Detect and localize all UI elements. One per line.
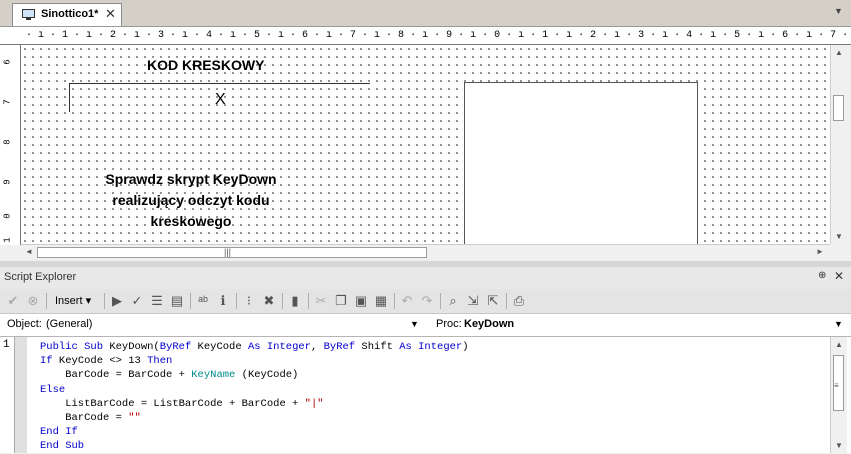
script-explorer-titlebar: Script Explorer ⊕ ✕	[0, 267, 851, 290]
toolbar-separator	[394, 293, 395, 309]
info-icon[interactable]: ℹ	[214, 292, 232, 310]
spell-icon[interactable]: ᵃᵇ	[194, 292, 212, 310]
delete-icon[interactable]: ▮	[286, 292, 304, 310]
toolbar-separator	[506, 293, 507, 309]
insert-button[interactable]: Insert ▾	[52, 292, 94, 310]
chevron-down-icon[interactable]: ▼	[410, 319, 419, 329]
code-editor[interactable]: 1 Public Sub KeyDown(ByRef KeyCode As In…	[0, 337, 851, 453]
toolbar-separator	[236, 293, 237, 309]
vertical-ruler: 6 7 8 9 0 1	[0, 45, 21, 245]
toolbar-separator	[190, 293, 191, 309]
canvas-vertical-scrollbar[interactable]: ▲ ▼	[830, 45, 847, 244]
undo-icon[interactable]: ↶	[398, 292, 416, 310]
scroll-grip-icon: |||	[224, 247, 232, 257]
object-proc-bar: Object: (General) ▼ Proc: KeyDown ▼	[0, 314, 851, 337]
ruler-top-scale: · ı · 1 · ı · 2 · ı · 3 · ı · 4 · ı · 5 …	[26, 30, 851, 41]
scroll-up-arrow-icon[interactable]: ▲	[835, 340, 843, 349]
list-icon[interactable]: ☰	[148, 292, 166, 310]
ruler-left-tick: 0	[2, 213, 13, 219]
scroll-down-arrow-icon[interactable]: ▼	[835, 232, 843, 241]
paste-icon[interactable]: ▣	[352, 292, 370, 310]
ruler-left-tick: 7	[2, 99, 13, 105]
paste-special-icon[interactable]: ▦	[372, 292, 390, 310]
copy-icon[interactable]: ❐	[332, 292, 350, 310]
find-prev-icon[interactable]: ⇱	[484, 292, 502, 310]
toolbar-separator	[46, 293, 47, 309]
cancel-icon[interactable]: ⊗	[24, 292, 42, 310]
proc-select[interactable]: KeyDown ▼	[462, 316, 848, 333]
editor-vertical-scrollbar[interactable]: ▲ ≡ ▼	[830, 337, 847, 453]
proc-label: Proc:	[436, 318, 462, 330]
pin-icon[interactable]: ⊕	[818, 270, 826, 281]
print-icon[interactable]: ⎙	[510, 292, 528, 310]
toolbar-separator	[282, 293, 283, 309]
code-text[interactable]: Public Sub KeyDown(ByRef KeyCode As Inte…	[40, 340, 469, 454]
toolbar-separator	[440, 293, 441, 309]
synoptic-monitor-icon	[22, 9, 35, 18]
line-number-gutter: 1	[0, 337, 15, 453]
barcode-title-text[interactable]: KOD KRESKOWY	[147, 57, 264, 73]
close-icon[interactable]: ✕	[834, 269, 844, 283]
breakpoint-icon[interactable]: ⁝	[240, 292, 258, 310]
ruler-left-tick: 6	[2, 59, 13, 65]
scroll-grip-icon: ≡	[834, 381, 839, 390]
monitor-stand	[26, 18, 31, 20]
document-tab-strip: Sinottico1* ✕ ▼	[0, 0, 851, 27]
scroll-right-arrow-icon[interactable]: ►	[816, 247, 824, 256]
tab-title: Sinottico1*	[41, 8, 99, 20]
cut-icon[interactable]: ✂	[312, 292, 330, 310]
proc-select-value: KeyDown	[464, 318, 515, 330]
toolbar-separator	[308, 293, 309, 309]
find-next-icon[interactable]: ⇲	[464, 292, 482, 310]
check-icon[interactable]: ✔	[4, 292, 22, 310]
scroll-thumb[interactable]: |||	[37, 247, 427, 258]
ruler-left-tick: 1	[2, 237, 13, 243]
scroll-left-arrow-icon[interactable]: ◄	[25, 247, 33, 256]
scroll-up-arrow-icon[interactable]: ▲	[835, 48, 843, 57]
keydown-hint-text[interactable]: Sprawdz skrypt KeyDown realizujący odczy…	[91, 169, 291, 232]
ruler-left-tick: 9	[2, 179, 13, 185]
tab-sinottico1[interactable]: Sinottico1* ✕	[12, 3, 122, 26]
clear-breakpoints-icon[interactable]: ✖	[260, 292, 278, 310]
find-icon[interactable]: ⌕	[444, 292, 462, 310]
syntax-check-icon[interactable]: ✓	[128, 292, 146, 310]
object-select[interactable]: (General) ▼	[44, 316, 422, 333]
object-select-value: (General)	[46, 318, 93, 330]
horizontal-ruler: · ı · 1 · ı · 2 · ı · 3 · ı · 4 · ı · 5 …	[0, 27, 851, 45]
toolbar-separator	[104, 293, 105, 309]
run-icon[interactable]: ▶	[108, 292, 126, 310]
canvas-horizontal-scrollbar[interactable]: ◄ ||| ►	[21, 244, 830, 261]
barcode-value-text[interactable]: X	[215, 91, 226, 109]
scroll-down-arrow-icon[interactable]: ▼	[835, 441, 843, 450]
redo-icon[interactable]: ↷	[418, 292, 436, 310]
tab-list-dropdown-icon[interactable]: ▼	[834, 6, 843, 16]
object-label: Object:	[7, 318, 42, 330]
synoptic-canvas[interactable]: KOD KRESKOWY X Sprawdz skrypt KeyDown re…	[21, 45, 830, 244]
breakpoint-margin[interactable]	[15, 337, 27, 453]
line-number: 1	[3, 339, 10, 351]
script-toolbar: ✔ ⊗ Insert ▾ ▶ ✓ ☰ ▤ ᵃᵇ ℹ ⁝ ✖ ▮ ✂ ❐ ▣ ▦ …	[0, 289, 851, 314]
white-rectangle-object[interactable]	[464, 82, 698, 244]
script-explorer-title: Script Explorer	[4, 271, 77, 283]
tab-close-icon[interactable]: ✕	[105, 6, 116, 22]
scroll-thumb[interactable]	[833, 95, 844, 121]
chevron-down-icon[interactable]: ▼	[834, 319, 843, 329]
ruler-left-tick: 8	[2, 139, 13, 145]
form-icon[interactable]: ▤	[168, 292, 186, 310]
